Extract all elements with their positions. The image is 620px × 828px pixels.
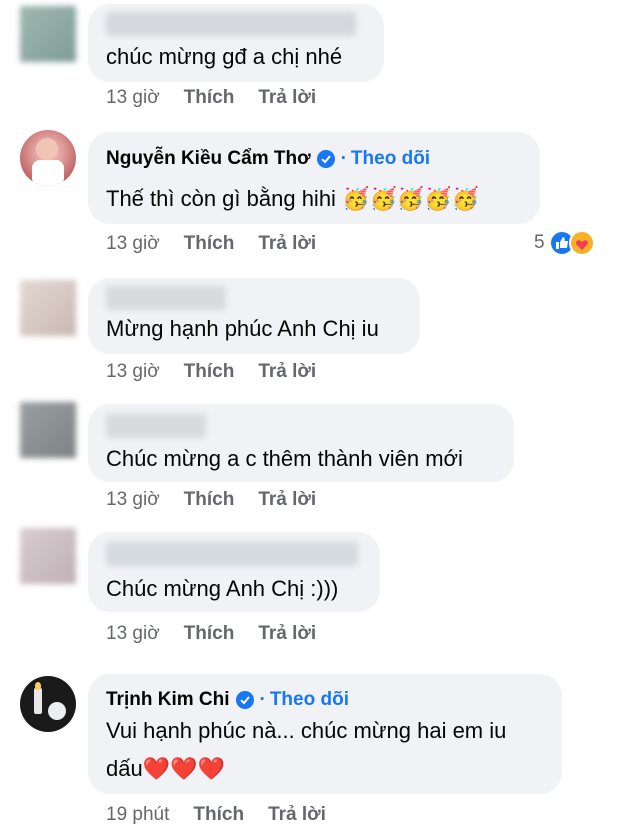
like-button[interactable]: Thích [184,87,235,108]
reply-button[interactable]: Trả lời [268,804,326,825]
reply-button[interactable]: Trả lời [258,361,316,382]
author-row: Nguyễn Kiều Cẩm Thơ · Theo dõi [106,148,430,170]
like-button[interactable]: Thích [184,623,235,644]
like-button[interactable]: Thích [184,233,235,254]
comment-meta: 13 giờ Thích Trả lời [106,87,316,109]
reply-button[interactable]: Trả lời [258,623,316,644]
comment-time[interactable]: 13 giờ [106,233,160,254]
comment-meta: 13 giờ Thích Trả lời [106,489,316,511]
comment-time[interactable]: 13 giờ [106,623,160,644]
comment-meta: 13 giờ Thích Trả lời [106,361,316,383]
comment-text: Chúc mừng Anh Chị :))) [106,576,339,601]
author-name[interactable]: Nguyễn Kiều Cẩm Thơ [106,148,311,170]
comment-bubble: chúc mừng gđ a chị nhé [88,4,384,82]
like-button[interactable]: Thích [184,361,235,382]
comment-bubble: Chúc mừng Anh Chị :))) [88,532,380,612]
avatar[interactable] [20,6,76,62]
comment-text: Thế thì còn gì bằng hihi 🥳🥳🥳🥳🥳 [106,186,480,211]
comment-time[interactable]: 13 giờ [106,489,160,510]
follow-button[interactable]: Theo dõi [351,148,430,170]
avatar[interactable] [20,280,76,336]
comment-meta: 19 phút Thích Trả lời [106,804,326,826]
comment-text: Chúc mừng a c thêm thành viên mới [106,446,463,471]
avatar[interactable] [20,528,76,584]
separator-dot: · [340,148,347,169]
verified-badge-icon [235,691,254,709]
care-reaction-icon [568,230,595,256]
comment-time[interactable]: 19 phút [106,804,169,825]
avatar[interactable] [20,402,76,458]
comment-text-line-2: dấu❤️❤️❤️ [106,756,225,781]
comment-text: Mừng hạnh phúc Anh Chị iu [106,316,379,341]
comment-time[interactable]: 13 giờ [106,87,160,108]
reply-button[interactable]: Trả lời [258,87,316,108]
reply-button[interactable]: Trả lời [258,489,316,510]
separator-dot: · [259,689,266,710]
author-row: Trịnh Kim Chi · Theo dõi [106,689,349,711]
comment-time[interactable]: 13 giờ [106,361,160,382]
comment-text: chúc mừng gđ a chị nhé [106,44,343,69]
comment-bubble: Nguyễn Kiều Cẩm Thơ · Theo dõi Thế thì c… [88,132,540,224]
comment-meta: 13 giờ Thích Trả lời [106,233,316,255]
author-name[interactable]: Trịnh Kim Chi [106,689,230,711]
author-name-blurred [106,12,356,36]
reply-button[interactable]: Trả lời [258,233,316,254]
avatar[interactable] [20,676,76,732]
reaction-summary[interactable]: 5 [534,230,595,256]
comment-bubble: Mừng hạnh phúc Anh Chị iu [88,278,420,354]
follow-button[interactable]: Theo dõi [270,689,349,711]
author-name-blurred [106,286,226,310]
comment-bubble: Chúc mừng a c thêm thành viên mới [88,404,514,482]
like-button[interactable]: Thích [184,489,235,510]
avatar[interactable] [20,130,76,186]
comment-meta: 13 giờ Thích Trả lời [106,623,316,645]
author-name-blurred [106,542,358,566]
reaction-count: 5 [534,232,545,253]
like-button[interactable]: Thích [193,804,244,825]
author-name-blurred [106,414,206,438]
comment-bubble: Trịnh Kim Chi · Theo dõi Vui hạnh phúc n… [88,674,562,794]
verified-badge-icon [316,150,335,168]
comment-text-line-1: Vui hạnh phúc nà... chúc mừng hai em iu [106,718,507,743]
